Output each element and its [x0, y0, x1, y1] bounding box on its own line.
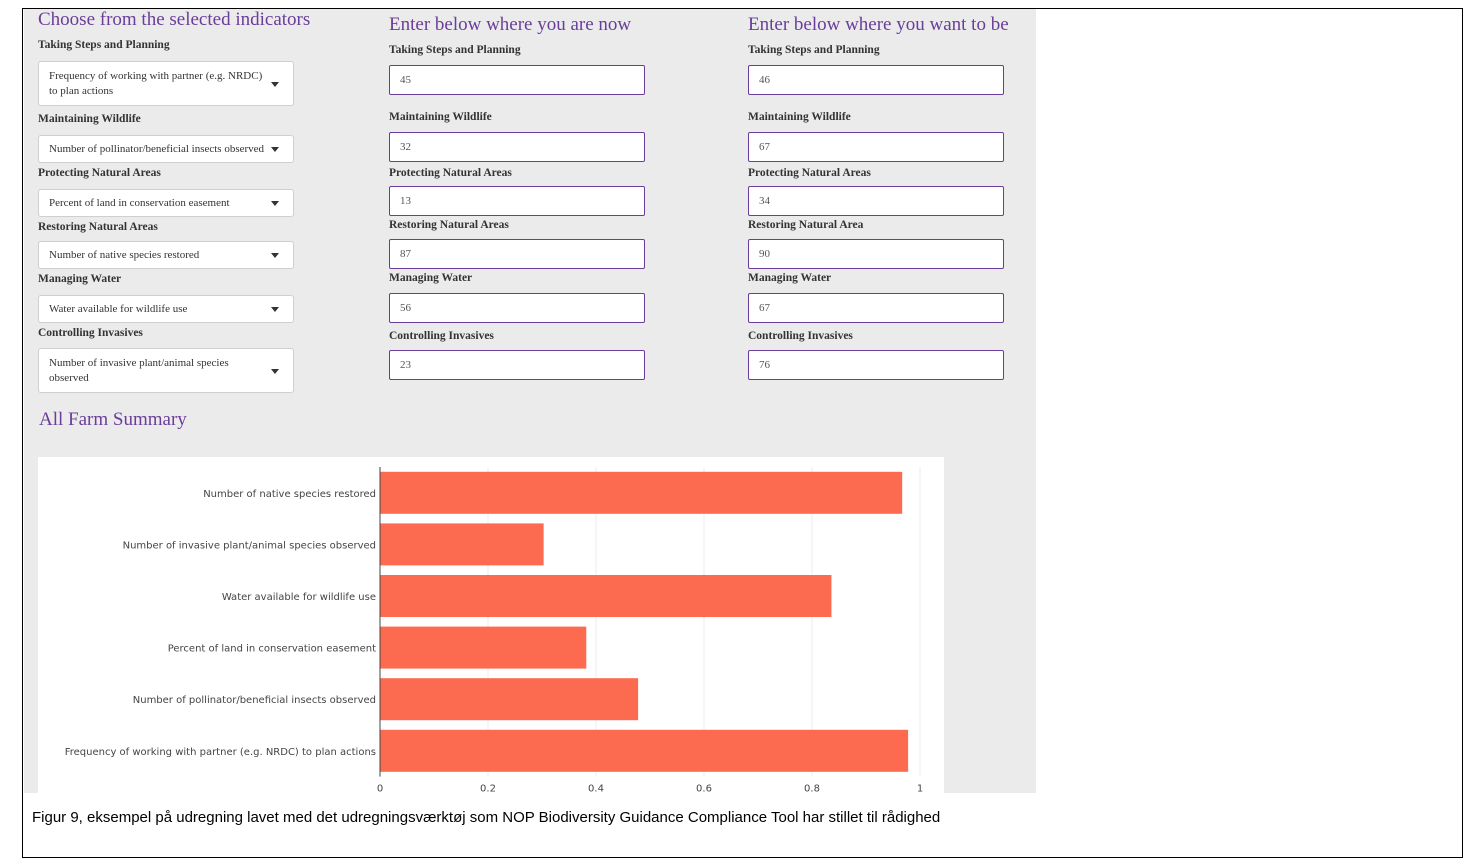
indicator-select[interactable]: Number of native species restored: [38, 241, 294, 269]
x-tick-label: 0.2: [480, 784, 496, 793]
indicator-select[interactable]: Number of pollinator/beneficial insects …: [38, 135, 294, 163]
selected-indicator: Number of pollinator/beneficial insects …: [49, 142, 265, 155]
calculator-panel: Choose from the selected indicators Taki…: [24, 9, 1036, 793]
current-value-input[interactable]: 87: [389, 239, 645, 269]
current-value-input[interactable]: 13: [389, 186, 645, 216]
category-label: Maintaining Wildlife: [38, 113, 141, 125]
category-label: Controlling Invasives: [38, 327, 143, 339]
indicator-select[interactable]: Frequency of working with partner (e.g. …: [38, 61, 294, 106]
bar[interactable]: [380, 523, 544, 566]
selected-indicator: Water available for wildlife use: [49, 302, 188, 315]
current-value-input[interactable]: 32: [389, 132, 645, 162]
current-label: Maintaining Wildlife: [389, 111, 492, 123]
x-tick-label: 0.6: [696, 784, 712, 793]
figure-caption: Figur 9, eksempel på udregning lavet med…: [32, 809, 941, 826]
selected-indicator: Number of native species restored: [49, 248, 200, 261]
category-tick-label: Percent of land in conservation easement: [168, 644, 376, 655]
bar[interactable]: [380, 471, 903, 514]
chevron-down-icon: [271, 81, 279, 87]
current-label: Protecting Natural Areas: [389, 167, 512, 179]
chevron-down-icon: [271, 147, 279, 152]
category-label: Protecting Natural Areas: [38, 167, 161, 179]
current-label: Restoring Natural Areas: [389, 219, 509, 231]
category-tick-label: Water available for wildlife use: [222, 592, 376, 603]
target-value-input[interactable]: 90: [748, 239, 1004, 269]
category-tick-label: Number of invasive plant/animal species …: [123, 540, 376, 551]
category-tick-label: Number of native species restored: [203, 489, 376, 500]
chevron-down-icon: [271, 368, 279, 374]
bar[interactable]: [380, 575, 832, 617]
target-value-input[interactable]: 67: [748, 293, 1004, 323]
target-value-input[interactable]: 67: [748, 132, 1004, 162]
current-label: Taking Steps and Planning: [389, 44, 521, 56]
current-column-title: Enter below where you are now: [389, 14, 632, 35]
category-label: Taking Steps and Planning: [38, 39, 170, 51]
bar-chart-svg: Number of native species restored Number …: [65, 467, 923, 793]
category-tick-label: Number of pollinator/beneficial insects …: [133, 695, 376, 706]
indicator-select[interactable]: Water available for wildlife use: [38, 295, 294, 323]
target-label: Maintaining Wildlife: [748, 111, 851, 123]
summary-chart: Number of native species restored Number …: [38, 457, 944, 793]
summary-title: All Farm Summary: [39, 409, 187, 430]
chevron-down-icon: [271, 253, 279, 258]
target-value-input[interactable]: 76: [748, 350, 1004, 380]
current-value-input[interactable]: 23: [389, 350, 645, 380]
target-value-input[interactable]: 34: [748, 186, 1004, 216]
selected-indicator: Percent of land in conservation easement: [49, 196, 230, 209]
current-value-input[interactable]: 45: [389, 65, 645, 95]
x-tick-label: 0: [377, 784, 383, 793]
target-label: Protecting Natural Areas: [748, 167, 871, 179]
chevron-down-icon: [271, 307, 279, 312]
category-label: Managing Water: [38, 273, 122, 285]
bar[interactable]: [380, 729, 909, 772]
target-value-input[interactable]: 46: [748, 65, 1004, 95]
bar[interactable]: [380, 678, 639, 721]
indicator-select[interactable]: Percent of land in conservation easement: [38, 189, 294, 217]
indicator-select[interactable]: Number of invasive plant/animal species …: [38, 348, 294, 393]
current-value-input[interactable]: 56: [389, 293, 645, 323]
category-label: Restoring Natural Areas: [38, 221, 158, 233]
selected-indicator: Frequency of working with partner (e.g. …: [49, 69, 263, 97]
x-tick-label: 0.4: [588, 784, 604, 793]
category-tick-label: Frequency of working with partner (e.g. …: [65, 747, 376, 758]
indicator-column-title: Choose from the selected indicators: [38, 9, 311, 30]
target-label: Restoring Natural Area: [748, 219, 864, 231]
target-label: Managing Water: [748, 272, 832, 284]
bar[interactable]: [380, 626, 587, 669]
selected-indicator: Number of invasive plant/animal species …: [49, 356, 229, 384]
current-label: Managing Water: [389, 272, 473, 284]
target-label: Taking Steps and Planning: [748, 44, 880, 56]
chevron-down-icon: [271, 201, 279, 206]
current-label: Controlling Invasives: [389, 330, 494, 342]
x-tick-label: 0.8: [804, 784, 820, 793]
target-label: Controlling Invasives: [748, 330, 853, 342]
x-tick-label: 1: [917, 784, 923, 793]
target-column-title: Enter below where you want to be: [748, 14, 1009, 35]
